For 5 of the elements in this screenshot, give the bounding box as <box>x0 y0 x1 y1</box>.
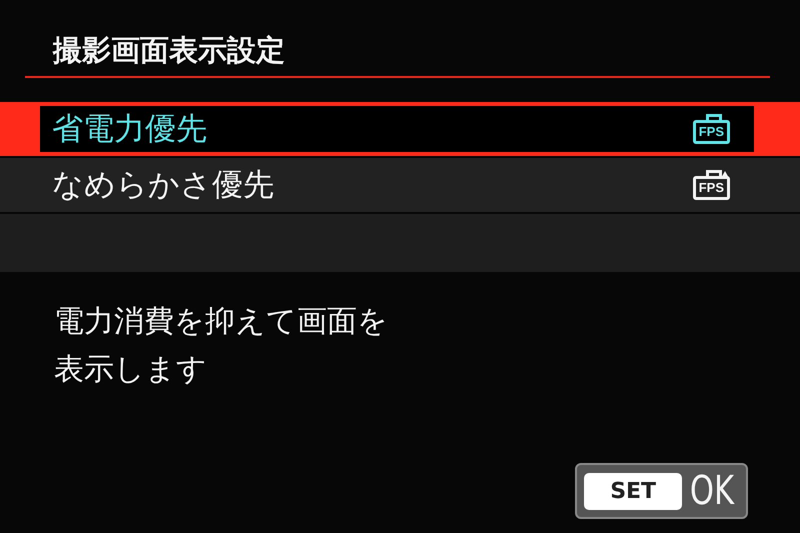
set-ok-button[interactable]: SET OK <box>575 463 748 519</box>
menu-option[interactable]: なめらかさ優先 FPS <box>0 158 800 212</box>
menu-title: 撮影画面表示設定 <box>53 33 285 67</box>
description-text: 電力消費を抑えて画面を 表示します <box>54 303 389 389</box>
menu-option[interactable]: 省電力優先 FPS <box>0 102 800 156</box>
